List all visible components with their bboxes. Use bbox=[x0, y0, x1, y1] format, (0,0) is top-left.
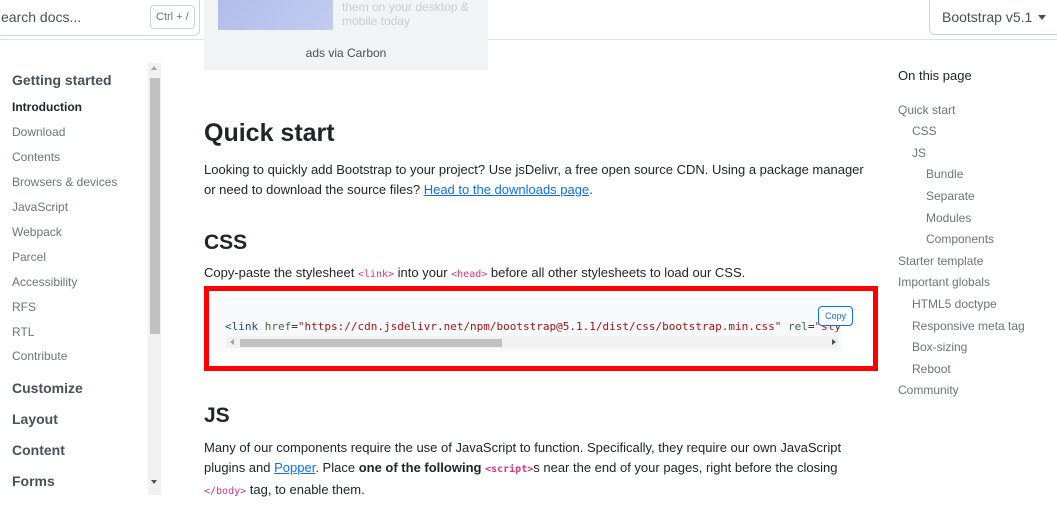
toc-link-community[interactable]: Community bbox=[898, 383, 959, 397]
toc-link-responsive-meta-tag[interactable]: Responsive meta tag bbox=[912, 319, 1025, 333]
sidebar-item-contents[interactable]: Contents bbox=[12, 150, 60, 164]
scroll-left-arrow-icon[interactable] bbox=[230, 339, 234, 345]
ads-via-carbon-link[interactable]: ads via Carbon bbox=[204, 46, 488, 60]
toc-link-bundle[interactable]: Bundle bbox=[926, 167, 963, 181]
search-shortcut-hint: Ctrl + / bbox=[150, 5, 195, 29]
js-paragraph: Many of our components require the use o… bbox=[204, 440, 842, 497]
script-tag-code: <script> bbox=[485, 464, 534, 475]
ad-image[interactable] bbox=[218, 0, 333, 30]
css-link-snippet: <link href="https://cdn.jsdelivr.net/npm… bbox=[225, 320, 841, 333]
toc-link-css[interactable]: CSS bbox=[912, 124, 937, 138]
sidebar-item-parcel[interactable]: Parcel bbox=[12, 250, 46, 264]
sidebar-item-introduction[interactable]: Introduction bbox=[12, 100, 82, 114]
css-paragraph: Copy-paste the stylesheet <link> into yo… bbox=[204, 265, 746, 280]
sidebar-item-contribute[interactable]: Contribute bbox=[12, 349, 67, 363]
sidebar-item-javascript[interactable]: JavaScript bbox=[12, 200, 68, 214]
quick-start-heading: Quick start bbox=[204, 119, 335, 147]
search-box[interactable]: Ctrl + / bbox=[0, 0, 200, 36]
toc-link-important-globals[interactable]: Important globals bbox=[898, 275, 990, 289]
sidebar-group-customize[interactable]: Customize bbox=[12, 380, 83, 396]
one-of-the-following-emphasis: one of the following bbox=[358, 460, 482, 475]
toc-link-starter-template[interactable]: Starter template bbox=[898, 254, 983, 268]
link-tag-code: <link> bbox=[357, 269, 395, 280]
code-scrollbar-thumb[interactable] bbox=[240, 339, 502, 347]
toc-link-components[interactable]: Components bbox=[926, 232, 994, 246]
search-input[interactable] bbox=[0, 0, 141, 33]
sidebar-item-webpack[interactable]: Webpack bbox=[12, 225, 62, 239]
sidebar-group-content[interactable]: Content bbox=[12, 442, 65, 458]
head-tag-code: <head> bbox=[451, 269, 488, 280]
ad-text[interactable]: them on your desktop & mobile today bbox=[342, 0, 482, 32]
sidebar-group-forms[interactable]: Forms bbox=[12, 473, 55, 489]
toc-link-html5-doctype[interactable]: HTML5 doctype bbox=[912, 297, 997, 311]
sidebar-item-rtl[interactable]: RTL bbox=[12, 325, 34, 339]
toc-link-separate[interactable]: Separate bbox=[926, 189, 975, 203]
version-dropdown[interactable]: Bootstrap v5.1 bbox=[929, 0, 1057, 35]
sidebar-scrollbar-thumb[interactable] bbox=[150, 78, 160, 334]
sidebar-group-getting-started[interactable]: Getting started bbox=[12, 72, 112, 88]
toc-link-quick-start[interactable]: Quick start bbox=[898, 103, 955, 117]
sidebar-item-browsers-devices[interactable]: Browsers & devices bbox=[12, 175, 117, 189]
toc-link-modules[interactable]: Modules bbox=[926, 211, 971, 225]
top-navbar: Ctrl + / Bootstrap v5.1 bbox=[0, 0, 1057, 40]
quick-start-paragraph: Looking to quickly add Bootstrap to your… bbox=[204, 162, 864, 197]
copy-button[interactable]: Copy bbox=[818, 306, 853, 326]
toc-link-js[interactable]: JS bbox=[912, 146, 926, 160]
toc-link-reboot[interactable]: Reboot bbox=[912, 362, 951, 376]
scroll-up-arrow-icon[interactable] bbox=[151, 66, 157, 70]
carbon-ad[interactable]: them on your desktop & mobile today ads … bbox=[204, 0, 488, 70]
docs-sidebar: Getting started Introduction Download Co… bbox=[0, 40, 165, 506]
sidebar-item-accessibility[interactable]: Accessibility bbox=[12, 275, 77, 289]
body-close-tag-code: </body> bbox=[204, 486, 247, 497]
sidebar-group-layout[interactable]: Layout bbox=[12, 411, 58, 427]
toc-title: On this page bbox=[898, 68, 972, 83]
css-heading: CSS bbox=[204, 231, 248, 254]
js-heading: JS bbox=[204, 404, 230, 427]
scroll-down-arrow-icon[interactable] bbox=[151, 480, 157, 484]
popper-link[interactable]: Popper bbox=[274, 460, 315, 475]
sidebar-item-download[interactable]: Download bbox=[12, 125, 65, 139]
scroll-right-arrow-icon[interactable] bbox=[832, 339, 836, 345]
chevron-down-icon bbox=[1038, 15, 1047, 20]
toc-link-box-sizing[interactable]: Box-sizing bbox=[912, 340, 967, 354]
downloads-page-link[interactable]: Head to the downloads page bbox=[424, 182, 590, 197]
version-label: Bootstrap v5.1 bbox=[942, 9, 1033, 25]
sidebar-item-rfs[interactable]: RFS bbox=[12, 300, 36, 314]
